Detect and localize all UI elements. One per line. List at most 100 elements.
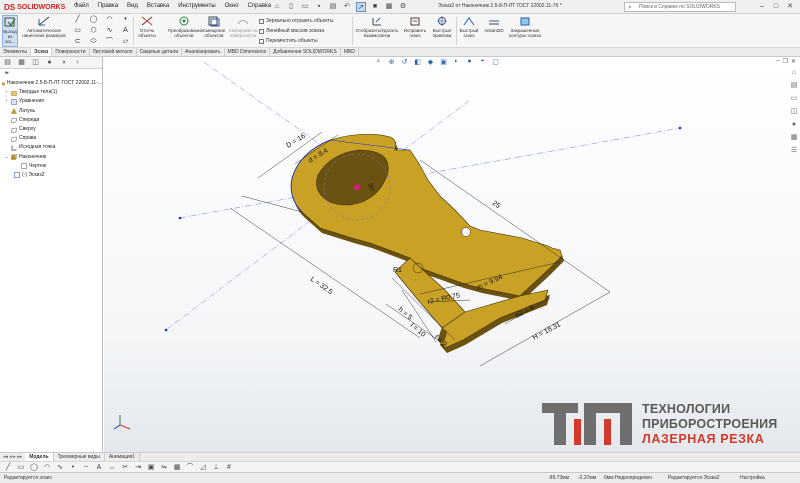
- filter-icon[interactable]: ⏷: [0, 69, 102, 79]
- tab-sheet-metal[interactable]: Листовой металл: [90, 48, 137, 56]
- solidworks-logo[interactable]: DS SOLIDWORKS: [4, 1, 65, 13]
- menu-window[interactable]: Окно: [225, 3, 239, 9]
- collapse-icon[interactable]: ⌄: [4, 153, 9, 162]
- relations-icon[interactable]: ⊥: [212, 463, 220, 471]
- spline-icon[interactable]: ∿: [56, 463, 64, 471]
- tab-weldments[interactable]: Сварные детали: [137, 48, 183, 56]
- expand-icon[interactable]: ›: [4, 97, 9, 106]
- expand-icon[interactable]: ›: [4, 88, 9, 97]
- fillet-icon[interactable]: ⌒: [102, 37, 117, 47]
- line-icon[interactable]: ╱: [4, 463, 12, 471]
- quick-snaps-button[interactable]: Быстрые привязки: [430, 15, 454, 38]
- pattern-icon[interactable]: ▦: [173, 463, 181, 471]
- tab-features[interactable]: Элементы: [0, 48, 31, 56]
- menu-tools[interactable]: Инструменты: [178, 3, 215, 9]
- tab-scroll-arrows-icon[interactable]: ◂◂ ◂ ▸ ▸▸: [0, 454, 25, 460]
- tab-mbd[interactable]: MBD: [341, 48, 359, 56]
- expand-panel-icon[interactable]: ›: [73, 58, 82, 67]
- menu-view[interactable]: Вид: [127, 3, 138, 9]
- open-folder-icon[interactable]: ▭: [300, 2, 310, 12]
- menu-insert[interactable]: Вставка: [147, 3, 169, 9]
- tree-item-right-plane[interactable]: Справа: [0, 134, 102, 143]
- file-properties-icon[interactable]: ▦: [384, 2, 394, 12]
- slot-icon[interactable]: ⊂: [70, 37, 85, 47]
- tree-item-solid-bodies[interactable]: › Твердые тела(1): [0, 88, 102, 97]
- text-icon[interactable]: A: [118, 26, 133, 36]
- trim-entities-button[interactable]: Отсечь объекты: [135, 15, 159, 38]
- convert-entities-button[interactable]: Преобразование объектов: [168, 15, 203, 38]
- grid-icon[interactable]: #: [225, 464, 233, 471]
- linear-pattern-button[interactable]: Линейный массив эскиза: [259, 26, 333, 36]
- tab-sketch[interactable]: Эскиз: [31, 48, 53, 56]
- move-entities-button[interactable]: Переместить объекты: [259, 36, 333, 46]
- spline-icon[interactable]: ∿: [102, 26, 117, 36]
- tree-item-material[interactable]: Латунь: [0, 107, 102, 116]
- text-icon[interactable]: A: [95, 464, 103, 471]
- new-file-icon[interactable]: ▯: [286, 2, 296, 12]
- plane-icon[interactable]: ▱: [118, 37, 133, 47]
- tree-item-feature-tip[interactable]: ⌄ Наконечник: [0, 153, 102, 162]
- dim-h[interactable]: h = 5: [397, 306, 414, 322]
- repair-sketch-button[interactable]: Исправить эскиз: [402, 15, 428, 38]
- tree-item-sketch-drawing[interactable]: Чертеж: [0, 162, 102, 171]
- model-viewport[interactable]: D = 16 d = 8.4 30° 25 L = 32.5 R1 r2 = R…: [104, 57, 800, 452]
- menu-file[interactable]: Файл: [74, 3, 89, 9]
- ellipse-icon[interactable]: ⬭: [86, 37, 101, 47]
- dim-hh[interactable]: Н = 18.31: [532, 321, 562, 342]
- menu-edit[interactable]: Правка: [98, 3, 118, 9]
- arc-icon[interactable]: ◠: [43, 463, 51, 471]
- minimize-icon[interactable]: –: [756, 1, 768, 12]
- display-manager-tab-icon[interactable]: ◑: [59, 58, 68, 67]
- offset-on-surface-button[interactable]: Смещение на поверхности: [228, 15, 258, 38]
- appearance-tab-icon[interactable]: ●: [45, 58, 54, 67]
- close-icon[interactable]: ✕: [784, 1, 796, 12]
- tree-item-origin[interactable]: Исходная точка: [0, 143, 102, 152]
- polygon-icon[interactable]: ⬡: [86, 26, 101, 36]
- centerline-icon[interactable]: ┄: [82, 463, 90, 471]
- tree-item-equations[interactable]: › Уравнения: [0, 97, 102, 106]
- offset-icon[interactable]: ▣: [147, 463, 155, 471]
- arc-icon[interactable]: ◠: [102, 15, 117, 25]
- dim-total-length[interactable]: L = 32.5: [309, 276, 334, 296]
- chamfer-icon[interactable]: ◿: [199, 463, 207, 471]
- smart-dimension-button[interactable]: Автоматическое нанесение размеров: [20, 15, 68, 38]
- rectangle-icon[interactable]: ▭: [70, 26, 85, 36]
- tree-item-top-plane[interactable]: Сверху: [0, 125, 102, 134]
- tree-item-front-plane[interactable]: Спереди: [0, 116, 102, 125]
- fillet-icon[interactable]: ⌒: [186, 462, 194, 472]
- tab-3d-views[interactable]: Трехмерные виды: [54, 453, 105, 461]
- rapid-sketch-button[interactable]: Быстрый эскиз: [457, 15, 481, 38]
- mirror-entities-button[interactable]: Зеркально отразить объекты: [259, 16, 333, 26]
- home-icon[interactable]: ⌂: [272, 2, 282, 12]
- point-icon[interactable]: •: [118, 15, 133, 25]
- tree-item-sketch2[interactable]: (-) Эскиз2: [0, 171, 102, 180]
- tab-model[interactable]: Модель: [25, 453, 54, 461]
- circle-icon[interactable]: ◯: [86, 15, 101, 25]
- help-search-input[interactable]: ⌕ Поиск в Справке по SOLIDWORKS: [624, 2, 736, 12]
- property-manager-tab-icon[interactable]: ▦: [17, 58, 26, 67]
- tree-item-part[interactable]: Наконечник 2.5-8-П-ЛТ ГОСТ 22002.11-...: [0, 79, 102, 88]
- extend-icon[interactable]: ⇥: [134, 463, 142, 471]
- circle-icon[interactable]: ◯: [30, 463, 38, 471]
- offset-entities-button[interactable]: Смещение объектов: [200, 15, 228, 38]
- rebuild-icon[interactable]: ■: [370, 2, 380, 12]
- trim-icon[interactable]: ✂: [121, 463, 129, 471]
- instant2d-button[interactable]: Instant2D: [481, 15, 507, 33]
- undo-icon[interactable]: ↶: [342, 2, 352, 12]
- dim-radius-r1[interactable]: R1: [393, 267, 402, 274]
- point-icon[interactable]: •: [69, 464, 77, 471]
- display-delete-relations-button[interactable]: Отобразить/Удалить взаимосвязи: [354, 15, 400, 38]
- line-icon[interactable]: ╱: [70, 15, 85, 25]
- menu-help[interactable]: Справка: [248, 3, 272, 9]
- tab-evaluate[interactable]: Анализировать: [182, 48, 225, 56]
- mirror-icon[interactable]: ⇋: [160, 463, 168, 471]
- print-icon[interactable]: ▤: [328, 2, 338, 12]
- dimension-icon[interactable]: ↔: [108, 464, 116, 471]
- configuration-tab-icon[interactable]: ◫: [31, 58, 40, 67]
- graphics-area[interactable]: ⌕ ⊕ ↺ ◧ ◆ ▣ ◐ ● ◓ ▢ – ❐ ✕ ⌂ ▤ ▭ ◫ ● ▦ ☰: [104, 57, 800, 452]
- dim-outer-diameter[interactable]: D = 16: [285, 133, 306, 150]
- shaded-contours-button[interactable]: Закрашенные контуры эскиза: [508, 15, 542, 38]
- tab-animation1[interactable]: Анимация1: [105, 453, 141, 461]
- feature-tree-tab-icon[interactable]: ▤: [3, 58, 12, 67]
- tab-solidworks-addins[interactable]: Добавления SOLIDWORKS: [270, 48, 341, 56]
